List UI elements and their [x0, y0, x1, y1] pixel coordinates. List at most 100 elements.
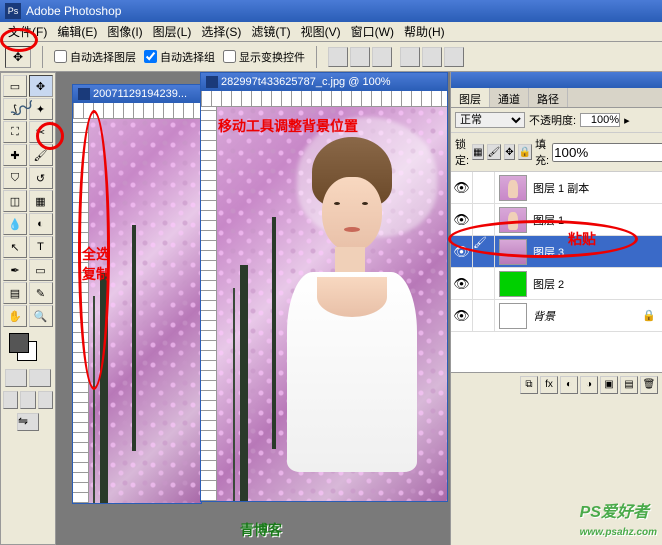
layer-thumbnail[interactable]: [499, 207, 527, 233]
screen-mode-2-icon[interactable]: [20, 391, 35, 409]
stamp-tool[interactable]: ⛉: [3, 167, 27, 189]
show-transform-input[interactable]: [223, 50, 236, 63]
notes-tool[interactable]: ▤: [3, 282, 27, 304]
visibility-toggle-icon[interactable]: 👁: [451, 268, 473, 299]
delete-layer-icon[interactable]: 🗑: [640, 376, 658, 394]
dist-2-icon[interactable]: [422, 47, 442, 67]
align-top-icon[interactable]: [328, 47, 348, 67]
new-layer-icon[interactable]: ▤: [620, 376, 638, 394]
auto-select-group-input[interactable]: [144, 50, 157, 63]
menu-window[interactable]: 窗口(W): [346, 21, 399, 42]
pen-tool[interactable]: ✒: [3, 259, 27, 281]
layer-row[interactable]: 👁 图层 1: [451, 204, 662, 236]
tab-paths[interactable]: 路径: [529, 88, 568, 107]
lock-transparent-icon[interactable]: ▦: [472, 144, 483, 160]
standard-mode-icon[interactable]: [5, 369, 27, 387]
gradient-tool[interactable]: ▦: [29, 190, 53, 212]
dist-3-icon[interactable]: [444, 47, 464, 67]
layer-thumbnail[interactable]: [499, 303, 527, 329]
menu-layer[interactable]: 图层(L): [148, 21, 197, 42]
crop-tool[interactable]: ⛶: [3, 121, 27, 143]
align-middle-icon[interactable]: [350, 47, 370, 67]
visibility-toggle-icon[interactable]: 👁: [451, 300, 473, 331]
menu-view[interactable]: 视图(V): [296, 21, 346, 42]
link-layers-icon[interactable]: ⧉: [520, 376, 538, 394]
layer-thumbnail[interactable]: [499, 175, 527, 201]
align-bottom-icon[interactable]: [372, 47, 392, 67]
layer-name[interactable]: 背景: [531, 308, 642, 324]
screen-mode-1-icon[interactable]: [3, 391, 18, 409]
layer-link-cell[interactable]: [473, 300, 495, 331]
move-tool[interactable]: ✥: [29, 75, 53, 97]
shape-tool[interactable]: ▭: [29, 259, 53, 281]
history-brush-tool[interactable]: ↺: [29, 167, 53, 189]
tool-indicator[interactable]: ✥: [5, 46, 31, 68]
dist-1-icon[interactable]: [400, 47, 420, 67]
layer-name[interactable]: 图层 2: [531, 276, 662, 292]
menu-select[interactable]: 选择(S): [196, 21, 246, 42]
menu-edit[interactable]: 编辑(E): [52, 21, 102, 42]
hand-tool[interactable]: ✋: [3, 305, 27, 327]
layer-link-cell[interactable]: [473, 204, 495, 235]
quickmask-mode-icon[interactable]: [29, 369, 51, 387]
opacity-input[interactable]: [580, 113, 620, 127]
visibility-toggle-icon[interactable]: 👁: [451, 172, 473, 203]
screen-mode-3-icon[interactable]: [38, 391, 53, 409]
layer-name[interactable]: 图层 3: [531, 244, 662, 260]
visibility-toggle-icon[interactable]: 👁: [451, 236, 473, 267]
layer-thumbnail[interactable]: [499, 239, 527, 265]
new-group-icon[interactable]: ▣: [600, 376, 618, 394]
doc2-title-bar[interactable]: 282997t433625787_c.jpg @ 100%: [201, 73, 447, 91]
type-tool[interactable]: T: [29, 236, 53, 258]
menu-filter[interactable]: 滤镜(T): [246, 21, 295, 42]
auto-select-layer-checkbox[interactable]: 自动选择图层: [54, 49, 136, 65]
auto-select-group-checkbox[interactable]: 自动选择组: [144, 49, 215, 65]
fill-input[interactable]: [552, 143, 662, 162]
doc1-canvas[interactable]: [89, 119, 201, 503]
dodge-tool[interactable]: ◐: [29, 213, 53, 235]
lock-position-icon[interactable]: ✥: [504, 144, 514, 160]
layer-link-cell[interactable]: [473, 172, 495, 203]
layer-style-icon[interactable]: fx: [540, 376, 558, 394]
color-swatches[interactable]: [3, 331, 53, 365]
wand-tool[interactable]: ✦: [29, 98, 53, 120]
opacity-arrow-icon[interactable]: ▸: [624, 114, 630, 127]
layer-link-cell[interactable]: 🖌: [473, 236, 495, 267]
menu-image[interactable]: 图像(I): [102, 21, 147, 42]
lock-all-icon[interactable]: 🔒: [518, 144, 532, 160]
layer-row[interactable]: 👁 图层 2: [451, 268, 662, 300]
layer-row-selected[interactable]: 👁 🖌 图层 3: [451, 236, 662, 268]
layer-name[interactable]: 图层 1 副本: [531, 180, 662, 196]
layer-mask-icon[interactable]: ◐: [560, 376, 578, 394]
lasso-tool[interactable]: ⟆: [3, 98, 27, 120]
auto-select-layer-input[interactable]: [54, 50, 67, 63]
brush-tool[interactable]: 🖌: [29, 144, 53, 166]
doc2-canvas[interactable]: [217, 107, 447, 501]
eraser-tool[interactable]: ◫: [3, 190, 27, 212]
menu-help[interactable]: 帮助(H): [399, 21, 450, 42]
adjustment-layer-icon[interactable]: ◑: [580, 376, 598, 394]
eyedropper-tool[interactable]: ✎: [29, 282, 53, 304]
blend-mode-select[interactable]: 正常: [455, 112, 525, 128]
show-transform-checkbox[interactable]: 显示变换控件: [223, 49, 305, 65]
zoom-tool[interactable]: 🔍: [29, 305, 53, 327]
heal-tool[interactable]: ✚: [3, 144, 27, 166]
document-window-1[interactable]: 20071129194239...: [72, 84, 202, 504]
tab-layers[interactable]: 图层: [451, 88, 490, 107]
document-window-2[interactable]: 282997t433625787_c.jpg @ 100%: [200, 72, 448, 502]
menu-file[interactable]: 文件(F): [3, 21, 52, 42]
marquee-tool[interactable]: ▭: [3, 75, 27, 97]
panel-drag-bar[interactable]: [451, 72, 662, 88]
layer-row[interactable]: 👁 图层 1 副本: [451, 172, 662, 204]
layer-name[interactable]: 图层 1: [531, 212, 662, 228]
lock-pixels-icon[interactable]: 🖌: [487, 144, 502, 160]
path-tool[interactable]: ↖: [3, 236, 27, 258]
layer-row[interactable]: 👁 背景 🔒: [451, 300, 662, 332]
tab-channels[interactable]: 通道: [490, 88, 529, 107]
layer-link-cell[interactable]: [473, 268, 495, 299]
visibility-toggle-icon[interactable]: 👁: [451, 204, 473, 235]
fg-color-swatch[interactable]: [9, 333, 29, 353]
doc1-title-bar[interactable]: 20071129194239...: [73, 85, 201, 103]
slice-tool[interactable]: ✂: [29, 121, 53, 143]
jump-to-icon[interactable]: ⇋: [17, 413, 39, 431]
